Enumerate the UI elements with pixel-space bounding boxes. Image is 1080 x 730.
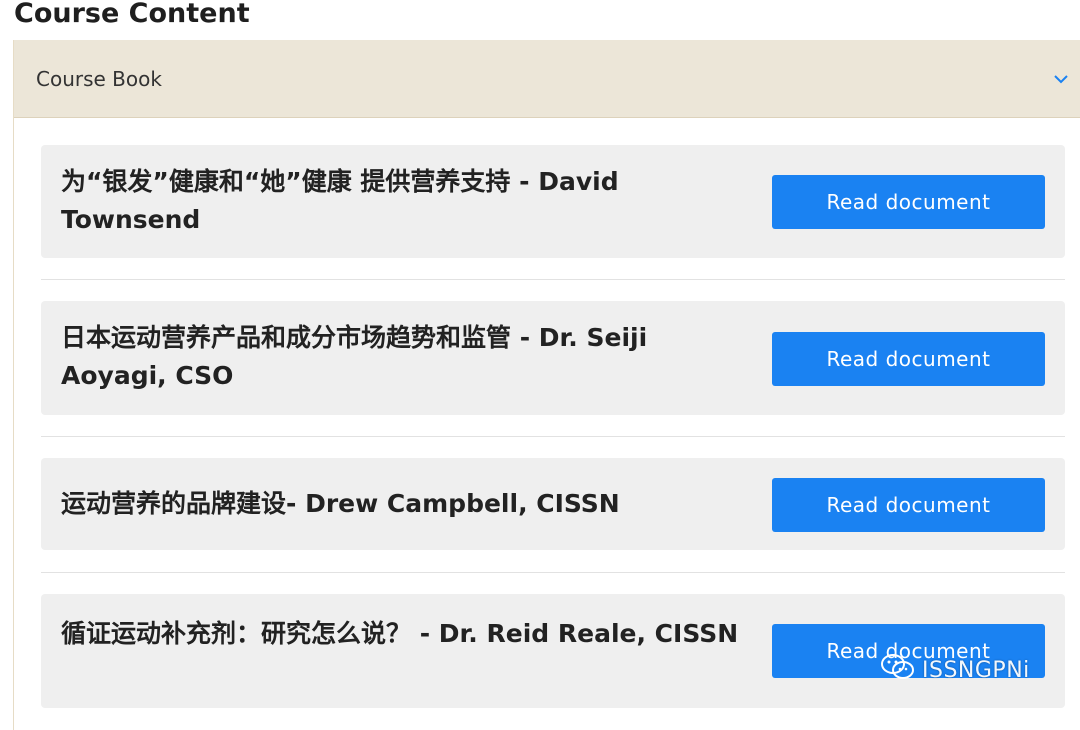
divider (41, 436, 1065, 437)
read-document-button[interactable]: Read document (772, 332, 1045, 386)
read-document-button[interactable]: Read document (772, 624, 1045, 678)
document-title: 循证运动补充剂：研究怎么说？ - Dr. Reid Reale, CISSN (61, 619, 739, 648)
chevron-down-icon[interactable] (1049, 67, 1073, 91)
document-card: 运动营养的品牌建设- Drew Campbell, CISSN Read doc… (41, 458, 1065, 550)
document-title: 为“银发”健康和“她”健康 提供营养支持 - David Townsend (61, 167, 619, 234)
page-title: Course Content (14, 0, 250, 29)
document-card: 循证运动补充剂：研究怎么说？ - Dr. Reid Reale, CISSN R… (41, 594, 1065, 708)
document-card: 为“银发”健康和“她”健康 提供营养支持 - David Townsend Re… (41, 145, 1065, 258)
document-title: 运动营养的品牌建设- Drew Campbell, CISSN (61, 489, 620, 518)
document-card: 日本运动营养产品和成分市场趋势和监管 - Dr. Seiji Aoyagi, C… (41, 301, 1065, 415)
divider (41, 572, 1065, 573)
accordion-header[interactable]: Course Book (14, 40, 1080, 118)
read-document-button[interactable]: Read document (772, 175, 1045, 229)
course-book-accordion: Course Book 为“银发”健康和“她”健康 提供营养支持 - David… (13, 40, 1080, 730)
accordion-title: Course Book (36, 66, 162, 91)
divider (41, 279, 1065, 280)
document-title: 日本运动营养产品和成分市场趋势和监管 - Dr. Seiji Aoyagi, C… (61, 323, 648, 390)
read-document-button[interactable]: Read document (772, 478, 1045, 532)
